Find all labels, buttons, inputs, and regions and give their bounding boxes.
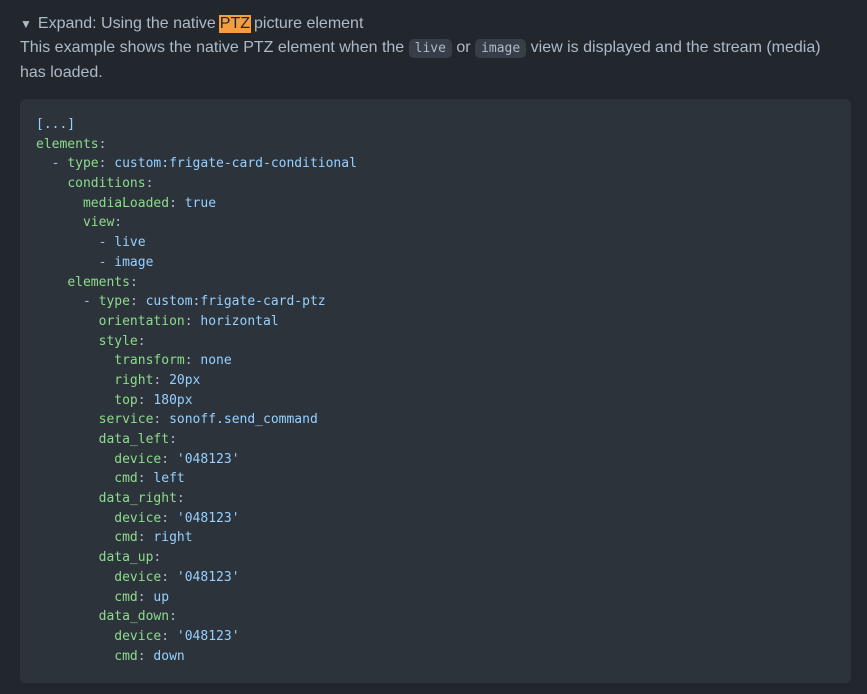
yaml-key: data_up — [98, 550, 154, 566]
code-line: - live — [98, 235, 146, 251]
code-line: - image — [98, 254, 154, 270]
code-line: - type: custom:frigate-card-ptz — [82, 294, 326, 310]
code-line: data_down: — [98, 609, 177, 625]
yaml-key: elements — [67, 274, 130, 290]
code-line: right: 20px — [114, 372, 201, 388]
yaml-key: device — [114, 510, 162, 526]
yaml-value: up — [153, 589, 170, 605]
yaml-key: elements — [36, 136, 99, 152]
yaml-key: top — [114, 392, 138, 408]
code-line: mediaLoaded: true — [82, 195, 217, 211]
code-line: orientation: horizontal — [98, 313, 279, 329]
code-line: cmd: right — [114, 530, 193, 546]
yaml-value: '048123' — [176, 510, 240, 526]
yaml-value: custom:frigate-card-ptz — [145, 294, 326, 310]
yaml-value: live — [114, 235, 146, 251]
summary-prefix: Expand: Using the native — [37, 15, 216, 32]
code-line: service: sonoff.send_command — [98, 412, 318, 428]
code-line: elements: — [36, 136, 107, 152]
code-line: data_right: — [98, 491, 185, 507]
code-line: - type: custom:frigate-card-conditional — [51, 156, 357, 172]
yaml-value: left — [153, 471, 185, 487]
yaml-key: cmd — [114, 471, 138, 487]
yaml-key: style — [98, 333, 138, 349]
code-line: [...] — [36, 115, 835, 135]
description-text-2: or — [451, 39, 476, 56]
details-summary[interactable]: ▼ Expand: Using the native PTZ picture e… — [20, 12, 363, 36]
yaml-value: 20px — [169, 372, 201, 388]
code-line: cmd: up — [114, 589, 170, 605]
yaml-value: '048123' — [176, 451, 240, 467]
description-text-1: This example shows the native PTZ elemen… — [20, 39, 409, 56]
yaml-key: device — [114, 628, 162, 644]
code-line: elements: — [67, 274, 138, 290]
yaml-key: cmd — [114, 530, 138, 546]
code-line: cmd: down — [114, 648, 185, 664]
inline-code-image: image — [475, 39, 527, 58]
details-block: ▼ Expand: Using the native PTZ picture e… — [0, 0, 867, 694]
yaml-key: service — [98, 412, 154, 428]
yaml-value: horizontal — [200, 313, 279, 329]
yaml-key: device — [114, 451, 162, 467]
yaml-key: data_down — [98, 609, 170, 625]
code-line: transform: none — [114, 353, 232, 369]
code-line: conditions: — [67, 176, 154, 192]
yaml-value: 180px — [153, 392, 193, 408]
yaml-value: true — [184, 195, 217, 211]
yaml-key: orientation — [98, 313, 185, 329]
yaml-value: down — [153, 648, 185, 664]
yaml-key: cmd — [114, 589, 138, 605]
description-paragraph: This example shows the native PTZ elemen… — [20, 36, 850, 85]
yaml-key: conditions — [67, 176, 146, 192]
yaml-value: [...] — [36, 117, 76, 132]
yaml-key: transform — [114, 353, 185, 369]
yaml-code-block: [...] elements: - type: custom:frigate-ca… — [20, 99, 851, 683]
code-line: data_left: — [98, 432, 177, 447]
inline-code-live: live — [408, 39, 452, 58]
triangle-down-icon: ▼ — [20, 17, 32, 31]
yaml-key: type — [98, 294, 130, 310]
yaml-value: right — [153, 530, 193, 546]
summary-highlight: PTZ — [218, 15, 251, 33]
yaml-key: data_right — [98, 491, 177, 507]
yaml-value: none — [200, 353, 232, 369]
summary-suffix: picture element — [254, 15, 364, 32]
yaml-value: '048123' — [176, 569, 240, 585]
yaml-value: '048123' — [176, 628, 240, 644]
yaml-key: right — [114, 372, 154, 388]
code-line: device: '048123' — [114, 628, 240, 644]
code-line: style: — [98, 333, 146, 349]
yaml-key: data_left — [98, 432, 170, 447]
code-line: device: '048123' — [114, 569, 240, 585]
code-line: view: — [82, 215, 123, 231]
yaml-key: view — [82, 215, 115, 231]
yaml-value: custom:frigate-card-conditional — [114, 156, 357, 172]
yaml-key: type — [67, 156, 99, 172]
yaml-key: device — [114, 569, 162, 585]
code-line: cmd: left — [114, 471, 185, 487]
code-line: device: '048123' — [114, 510, 240, 526]
code-line: data_up: — [98, 550, 162, 566]
code-line: device: '048123' — [114, 451, 240, 467]
yaml-value: image — [114, 254, 154, 270]
yaml-key: cmd — [114, 648, 138, 664]
yaml-value: sonoff.send_command — [169, 412, 318, 428]
code-line: top: 180px — [114, 392, 193, 408]
yaml-key: mediaLoaded — [82, 195, 170, 211]
